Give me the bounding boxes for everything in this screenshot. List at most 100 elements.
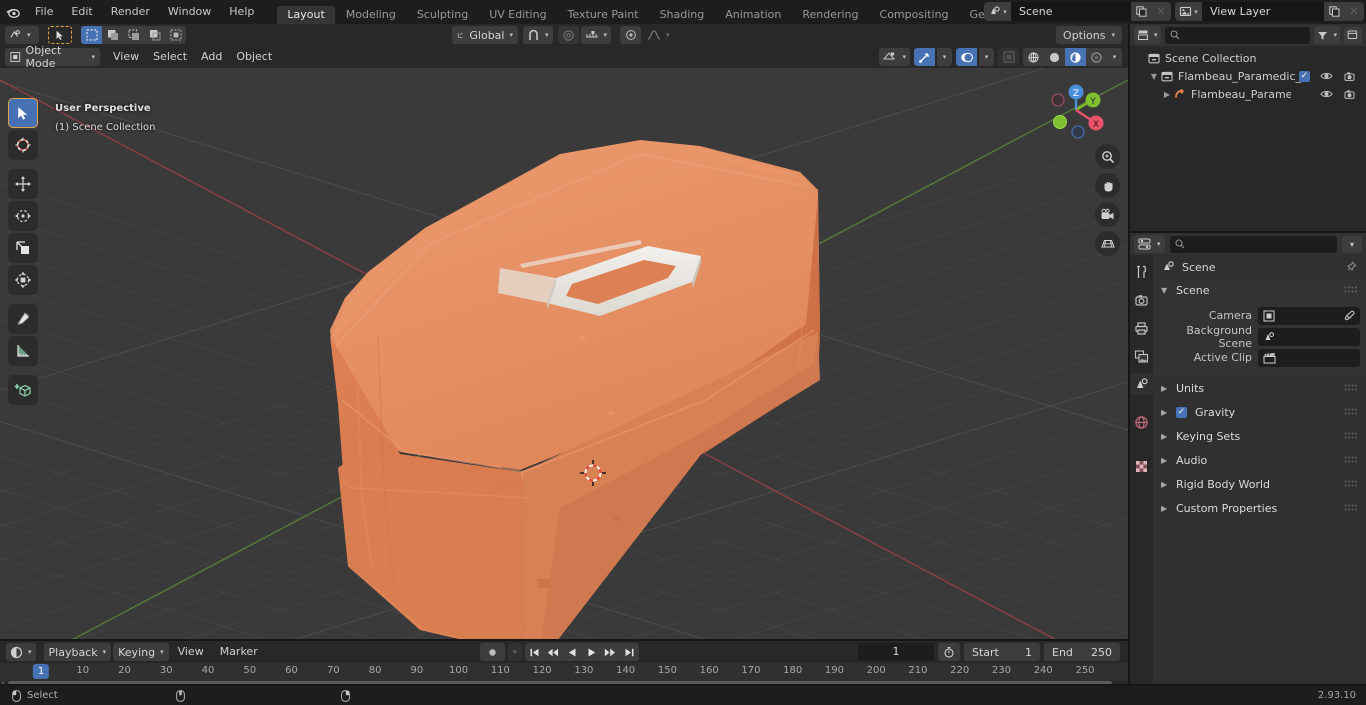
duplicate-icon[interactable] — [1131, 2, 1151, 21]
chevron-down-icon[interactable]: ▼ — [1161, 286, 1170, 295]
proportional-edit-icon[interactable] — [557, 26, 579, 44]
use-preview-range-toggle[interactable] — [938, 643, 960, 661]
auto-keying-dropdown[interactable]: ▾ — [508, 643, 522, 661]
camera-icon[interactable] — [1095, 202, 1120, 227]
workspace-tab-modeling[interactable]: Modeling — [336, 6, 406, 24]
workspace-tab-texture-paint[interactable]: Texture Paint — [558, 6, 649, 24]
transform-tool-button[interactable] — [8, 265, 38, 295]
jump-start-icon[interactable] — [525, 643, 544, 661]
snap-increment-icon[interactable]: ▾ — [580, 26, 612, 44]
editor-divider-horizontal-left[interactable] — [0, 639, 1128, 641]
frame-start-field[interactable]: Start 1 — [964, 643, 1040, 661]
workspace-tab-shading[interactable]: Shading — [650, 6, 715, 24]
shading-mode-group[interactable]: ▾ — [1023, 48, 1122, 66]
viewport-menu-add[interactable]: Add — [194, 48, 229, 66]
menu-render[interactable]: Render — [102, 0, 159, 24]
menu-help[interactable]: Help — [220, 0, 263, 24]
outliner-row[interactable]: Scene Collection — [1130, 49, 1366, 67]
falloff-curve-icon[interactable]: ▾ — [643, 26, 674, 44]
viewport-menu-select[interactable]: Select — [146, 48, 194, 66]
measure-tool-button[interactable] — [8, 336, 38, 366]
properties-tab-view-layer[interactable] — [1130, 345, 1153, 367]
view-layer-selector[interactable]: ▾ View Layer ✕ — [1175, 2, 1364, 21]
scene-name[interactable]: Scene — [1011, 2, 1131, 21]
collection-enable-checkbox[interactable]: ✓ — [1299, 70, 1310, 82]
scene-icon[interactable]: ▾ — [984, 2, 1011, 21]
cursor-select-icon[interactable] — [48, 26, 72, 44]
properties-panel-header-gravity[interactable]: ▶ ✓ Gravity — [1153, 401, 1366, 423]
properties-tab-texture[interactable] — [1130, 455, 1153, 477]
material-preview-icon[interactable] — [1065, 48, 1086, 66]
gizmo-dropdown-chevron-icon[interactable]: ▾ — [937, 48, 952, 66]
rotate-tool-button[interactable] — [8, 201, 38, 231]
wireframe-shading-icon[interactable] — [1023, 48, 1044, 66]
select-mode-group[interactable] — [81, 26, 186, 44]
camera-render-icon[interactable] — [1343, 71, 1356, 82]
outliner-search-input[interactable] — [1164, 26, 1311, 44]
chevron-right-icon[interactable]: ▶ — [1161, 384, 1170, 393]
outliner-row[interactable]: ▼ Flambeau_Paramedic_Box✓ — [1130, 67, 1366, 85]
eye-icon[interactable] — [1320, 89, 1333, 99]
zoom-magnifier-icon[interactable] — [1095, 144, 1120, 169]
scene-selector[interactable]: ▾ Scene ✕ — [984, 2, 1171, 21]
overlays-icon[interactable] — [956, 48, 977, 66]
frame-end-field[interactable]: End 250 — [1044, 643, 1120, 661]
x-icon[interactable]: ✕ — [1344, 2, 1364, 21]
editor-type-3dview-icon[interactable]: ▾ — [5, 26, 39, 44]
gizmo-icon[interactable] — [914, 48, 935, 66]
pin-icon[interactable] — [1345, 261, 1357, 273]
add-cube-tool-button[interactable] — [8, 375, 38, 405]
properties-editor-icon[interactable]: ▾ — [1134, 235, 1165, 253]
properties-tab-render[interactable] — [1130, 289, 1153, 311]
select-extend-icon[interactable] — [102, 26, 123, 44]
properties-options-chevron-icon[interactable]: ▾ — [1342, 235, 1362, 253]
move-tool-button[interactable] — [8, 169, 38, 199]
editor-divider-vertical[interactable] — [1128, 24, 1130, 685]
gravity-enable-checkbox[interactable]: ✓ — [1176, 406, 1187, 418]
solid-shading-icon[interactable] — [1044, 48, 1065, 66]
rendered-shading-icon[interactable] — [1086, 48, 1107, 66]
outliner-display-icon[interactable]: ▾ — [1134, 26, 1161, 44]
select-subtract-icon[interactable] — [123, 26, 144, 44]
transform-orientation-dropdown[interactable]: Global ▾ — [452, 26, 518, 44]
property-field-camera[interactable] — [1258, 306, 1360, 325]
timeline-ruler[interactable]: 10 20 30 40 50 60 70 80 90 100 110 120 130 140 150 160 1… — [0, 663, 1128, 681]
properties-panel-header-audio[interactable]: ▶ Audio — [1153, 449, 1366, 471]
workspace-tab-layout[interactable]: Layout — [277, 6, 335, 24]
timeline-menu-marker[interactable]: Marker — [213, 643, 265, 661]
properties-panel-header-rigid-body-world[interactable]: ▶ Rigid Body World — [1153, 473, 1366, 495]
xray-icon[interactable] — [998, 48, 1019, 66]
viewport-menu-object[interactable]: Object — [229, 48, 279, 66]
timeline-menu-keying[interactable]: Keying ▾ — [113, 643, 169, 661]
timeline-editor-icon[interactable]: ▾ — [6, 643, 36, 661]
cursor-tool-button[interactable] — [8, 130, 38, 160]
blender-logo-icon[interactable] — [0, 0, 26, 24]
grid-ortho-icon[interactable] — [1095, 231, 1120, 256]
object-visibility-dropdown[interactable]: ▾ — [879, 48, 910, 66]
properties-panel-header-custom-properties[interactable]: ▶ Custom Properties — [1153, 497, 1366, 519]
transport-controls[interactable] — [524, 643, 639, 661]
play-reverse-icon[interactable] — [563, 643, 582, 661]
options-dropdown[interactable]: Options ▾ — [1056, 26, 1122, 44]
proportional-falloff-toggle[interactable] — [620, 26, 642, 44]
filter-icon[interactable]: ▾ — [1314, 26, 1340, 44]
timeline-menu-view[interactable]: View — [171, 643, 211, 661]
camera-render-icon[interactable] — [1343, 89, 1356, 100]
prev-keyframe-icon[interactable] — [544, 643, 563, 661]
eyedropper-icon[interactable] — [1343, 310, 1355, 322]
workspace-tab-rendering[interactable]: Rendering — [792, 6, 868, 24]
menu-file[interactable]: File — [26, 0, 62, 24]
workspace-tab-uv-editing[interactable]: UV Editing — [479, 6, 556, 24]
properties-panel-header-keying-sets[interactable]: ▶ Keying Sets — [1153, 425, 1366, 447]
outliner-row[interactable]: ▶ Flambeau_Paramedic_Bo — [1130, 85, 1366, 103]
view-layer-name[interactable]: View Layer — [1202, 2, 1324, 21]
editor-divider-horizontal-right[interactable] — [1130, 231, 1366, 233]
proportional-edit-group[interactable]: ▾ — [557, 26, 612, 44]
chevron-right-icon[interactable]: ▶ — [1161, 408, 1170, 417]
snap-dropdown[interactable]: ▾ — [523, 26, 553, 44]
properties-tab-tool[interactable] — [1130, 261, 1153, 283]
menu-edit[interactable]: Edit — [62, 0, 101, 24]
jump-end-icon[interactable] — [620, 643, 639, 661]
select-intersect-icon[interactable] — [165, 26, 186, 44]
new-collection-icon[interactable] — [1344, 26, 1362, 44]
